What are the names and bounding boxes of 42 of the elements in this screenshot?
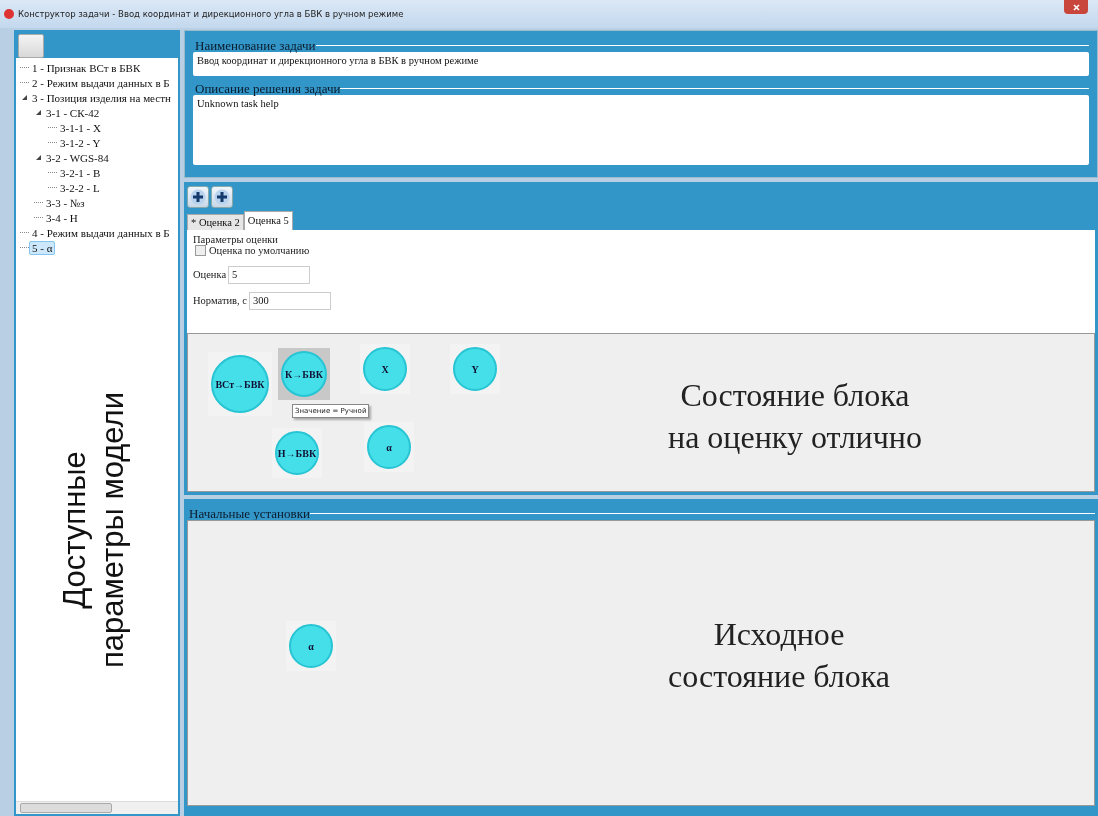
default-checkbox[interactable]: Оценка по умолчанию bbox=[195, 244, 1089, 256]
tree-item[interactable]: 3-1 - СК-42 bbox=[43, 105, 103, 120]
add-button[interactable] bbox=[211, 186, 233, 208]
tree-item[interactable]: 3-2 - WGS-84 bbox=[43, 150, 112, 165]
tree-item[interactable]: 3 - Позиция изделия на местн bbox=[29, 90, 174, 105]
horizontal-scrollbar[interactable] bbox=[16, 801, 178, 814]
panel-caption: Доступные параметры модели bbox=[56, 391, 131, 670]
triangle-icon[interactable] bbox=[34, 153, 43, 162]
group-legend: Параметры оценки bbox=[193, 233, 1089, 245]
field-label: Норматив, с bbox=[193, 295, 247, 307]
app-icon bbox=[4, 9, 14, 19]
triangle-icon[interactable] bbox=[34, 108, 43, 117]
add-button[interactable] bbox=[187, 186, 209, 208]
tab[interactable]: * Оценка 2 bbox=[187, 213, 244, 230]
input-field[interactable]: 5 bbox=[228, 265, 311, 284]
tab[interactable]: Оценка 5 bbox=[243, 210, 293, 230]
close-button[interactable] bbox=[1064, 0, 1088, 14]
tree-item[interactable]: 3-1-1 - X bbox=[57, 120, 104, 135]
canvas-caption: Исходное состояние блока bbox=[668, 615, 891, 696]
task-help-field[interactable]: Unknown task help bbox=[193, 95, 1089, 165]
close-icon bbox=[1072, 3, 1080, 11]
tree-item[interactable]: 3-3 - №з bbox=[43, 195, 88, 210]
group-legend: Начальные установки bbox=[189, 507, 310, 520]
plus-icon bbox=[190, 189, 206, 205]
tree-item[interactable]: 3-2-1 - B bbox=[57, 165, 104, 180]
task-name-field[interactable]: Ввод координат и дирекционного угла в БВК в ручном режиме bbox=[193, 52, 1089, 76]
triangle-icon[interactable] bbox=[20, 93, 29, 102]
tree-item[interactable]: 3-1-2 - Y bbox=[57, 135, 104, 150]
tree-item[interactable]: 2 - Режим выдачи данных в Б bbox=[29, 75, 173, 90]
group-legend: Наименование задачи bbox=[195, 39, 316, 52]
tree-item[interactable]: 3-4 - H bbox=[43, 210, 81, 225]
window-title: Конструктор задачи - Ввод координат и дирекционного угла в БВК в ручном режиме bbox=[18, 9, 405, 19]
canvas-caption: Состояние блока на оценку отлично bbox=[668, 376, 922, 458]
input-field[interactable]: 300 bbox=[248, 291, 331, 310]
group-legend: Описание решения задачи bbox=[195, 82, 341, 95]
checkbox-square[interactable] bbox=[195, 244, 206, 256]
tree-item[interactable]: 5 - α bbox=[29, 240, 56, 255]
tree-item[interactable]: 4 - Режим выдачи данных в Б bbox=[29, 225, 173, 240]
field-label: Оценка bbox=[193, 269, 227, 281]
tree-item[interactable]: 3-2-2 - L bbox=[57, 180, 103, 195]
tree-item[interactable]: 1 - Признак ВСт в БВК bbox=[29, 60, 144, 75]
plus-icon bbox=[214, 189, 230, 205]
